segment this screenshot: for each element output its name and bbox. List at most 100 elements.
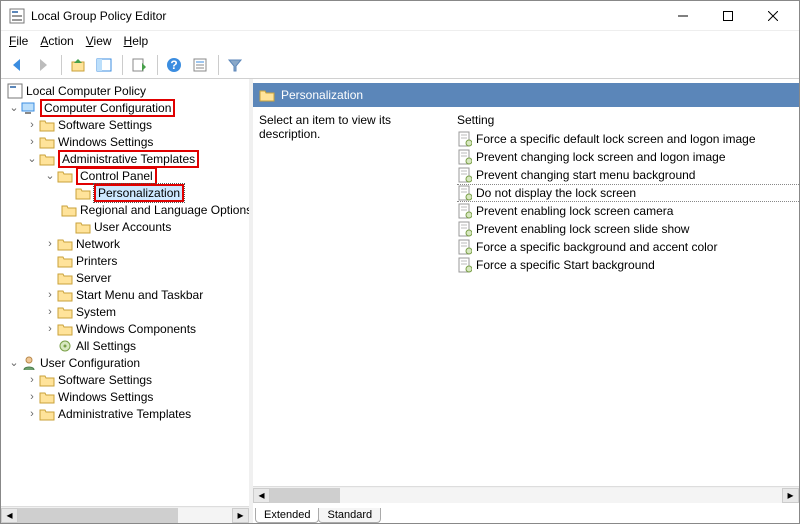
tree-network[interactable]: › Network bbox=[7, 235, 249, 252]
setting-label: Prevent enabling lock screen slide show bbox=[476, 222, 689, 236]
description-column: Select an item to view its description. bbox=[259, 113, 457, 486]
policy-setting-icon bbox=[457, 185, 473, 201]
details-pane: Personalization Select an item to view i… bbox=[253, 79, 799, 523]
computer-icon bbox=[21, 100, 37, 116]
forward-button[interactable] bbox=[31, 53, 55, 77]
tree-start-menu[interactable]: › Start Menu and Taskbar bbox=[7, 286, 249, 303]
minimize-button[interactable] bbox=[660, 2, 705, 30]
expand-icon[interactable]: › bbox=[25, 391, 39, 403]
settings-icon bbox=[57, 338, 73, 354]
collapse-icon[interactable]: ⌄ bbox=[7, 356, 21, 369]
folder-icon bbox=[39, 117, 55, 133]
folder-icon bbox=[39, 372, 55, 388]
up-button[interactable] bbox=[66, 53, 90, 77]
expand-icon[interactable]: › bbox=[43, 306, 57, 318]
menu-view[interactable]: View bbox=[82, 32, 116, 50]
show-hide-tree-button[interactable] bbox=[92, 53, 116, 77]
setting-item[interactable]: Prevent changing lock screen and logon i… bbox=[457, 148, 799, 166]
expand-icon[interactable]: › bbox=[25, 408, 39, 420]
menu-help[interactable]: Help bbox=[120, 32, 153, 50]
expand-icon[interactable]: › bbox=[25, 136, 39, 148]
expand-icon[interactable]: › bbox=[25, 374, 39, 386]
tree-software-settings[interactable]: › Software Settings bbox=[7, 116, 249, 133]
tree-system[interactable]: › System bbox=[7, 303, 249, 320]
scroll-left-button[interactable]: ◂ bbox=[253, 488, 270, 503]
tree-windows-settings[interactable]: › Windows Settings bbox=[7, 133, 249, 150]
setting-item[interactable]: Prevent changing start menu background bbox=[457, 166, 799, 184]
tab-standard[interactable]: Standard bbox=[318, 508, 381, 523]
titlebar: Local Group Policy Editor bbox=[1, 1, 799, 31]
folder-icon bbox=[75, 219, 91, 235]
setting-item[interactable]: Force a specific background and accent c… bbox=[457, 238, 799, 256]
tree-regional[interactable]: Regional and Language Options bbox=[7, 201, 249, 218]
scroll-right-button[interactable]: ▸ bbox=[232, 508, 249, 523]
scroll-track[interactable] bbox=[270, 488, 782, 503]
expand-icon[interactable]: › bbox=[43, 323, 57, 335]
properties-button[interactable] bbox=[188, 53, 212, 77]
export-button[interactable] bbox=[127, 53, 151, 77]
settings-list: Setting Force a specific default lock sc… bbox=[457, 113, 799, 486]
tree-user-accounts[interactable]: User Accounts bbox=[7, 218, 249, 235]
setting-label: Prevent changing lock screen and logon i… bbox=[476, 150, 726, 164]
tree-admin-templates[interactable]: ⌄ Administrative Templates bbox=[7, 150, 249, 167]
scroll-track[interactable] bbox=[18, 508, 232, 523]
collapse-icon[interactable]: ⌄ bbox=[43, 169, 57, 182]
menu-file[interactable]: File bbox=[5, 32, 32, 50]
app-icon bbox=[9, 8, 25, 24]
scroll-thumb[interactable] bbox=[270, 488, 340, 503]
details-horizontal-scrollbar[interactable]: ◂ ▸ bbox=[253, 486, 799, 503]
setting-label: Force a specific default lock screen and… bbox=[476, 132, 756, 146]
scroll-right-button[interactable]: ▸ bbox=[782, 488, 799, 503]
folder-icon bbox=[57, 253, 73, 269]
setting-label: Force a specific Start background bbox=[476, 258, 655, 272]
setting-item[interactable]: Prevent enabling lock screen camera bbox=[457, 202, 799, 220]
tree-printers[interactable]: Printers bbox=[7, 252, 249, 269]
window-title: Local Group Policy Editor bbox=[31, 9, 660, 23]
settings-column-header[interactable]: Setting bbox=[457, 113, 799, 130]
tree-computer-configuration[interactable]: ⌄ Computer Configuration bbox=[7, 99, 249, 116]
setting-item[interactable]: Force a specific Start background bbox=[457, 256, 799, 274]
setting-item[interactable]: Prevent enabling lock screen slide show bbox=[457, 220, 799, 238]
toolbar-divider bbox=[122, 55, 123, 75]
tree-u-admin[interactable]: › Administrative Templates bbox=[7, 405, 249, 422]
toolbar: ? bbox=[1, 51, 799, 79]
maximize-button[interactable] bbox=[705, 2, 750, 30]
tree-windows-components[interactable]: › Windows Components bbox=[7, 320, 249, 337]
tree-horizontal-scrollbar[interactable]: ◂ ▸ bbox=[1, 506, 249, 523]
collapse-icon[interactable]: ⌄ bbox=[25, 152, 39, 165]
tree-u-windows[interactable]: › Windows Settings bbox=[7, 388, 249, 405]
tree-personalization[interactable]: Personalization bbox=[7, 184, 249, 201]
tree-control-panel[interactable]: ⌄ Control Panel bbox=[7, 167, 249, 184]
tree-all-settings[interactable]: All Settings bbox=[7, 337, 249, 354]
expand-icon[interactable]: › bbox=[25, 119, 39, 131]
setting-label: Prevent changing start menu background bbox=[476, 168, 695, 182]
tree-u-software[interactable]: › Software Settings bbox=[7, 371, 249, 388]
policy-setting-icon bbox=[457, 167, 473, 183]
policy-setting-icon bbox=[457, 221, 473, 237]
scroll-thumb[interactable] bbox=[18, 508, 178, 523]
policy-tree[interactable]: Local Computer Policy ⌄ Computer Configu… bbox=[1, 80, 249, 506]
expand-icon[interactable]: › bbox=[43, 238, 57, 250]
tab-extended[interactable]: Extended bbox=[255, 508, 319, 523]
back-button[interactable] bbox=[5, 53, 29, 77]
details-header: Personalization bbox=[253, 83, 799, 107]
expand-icon[interactable]: › bbox=[43, 289, 57, 301]
tree-root[interactable]: Local Computer Policy bbox=[7, 82, 249, 99]
setting-item[interactable]: Do not display the lock screen bbox=[457, 184, 799, 202]
toolbar-divider bbox=[218, 55, 219, 75]
folder-icon bbox=[57, 304, 73, 320]
setting-item[interactable]: Force a specific default lock screen and… bbox=[457, 130, 799, 148]
collapse-icon[interactable]: ⌄ bbox=[7, 101, 21, 114]
help-button[interactable]: ? bbox=[162, 53, 186, 77]
scroll-left-button[interactable]: ◂ bbox=[1, 508, 18, 523]
policy-setting-icon bbox=[457, 239, 473, 255]
tree-server[interactable]: Server bbox=[7, 269, 249, 286]
folder-icon bbox=[57, 287, 73, 303]
tree-user-configuration[interactable]: ⌄ User Configuration bbox=[7, 354, 249, 371]
menu-action[interactable]: Action bbox=[36, 32, 77, 50]
policy-setting-icon bbox=[457, 149, 473, 165]
svg-text:?: ? bbox=[170, 58, 177, 72]
setting-label: Force a specific background and accent c… bbox=[476, 240, 717, 254]
filter-button[interactable] bbox=[223, 53, 247, 77]
close-button[interactable] bbox=[750, 2, 795, 30]
